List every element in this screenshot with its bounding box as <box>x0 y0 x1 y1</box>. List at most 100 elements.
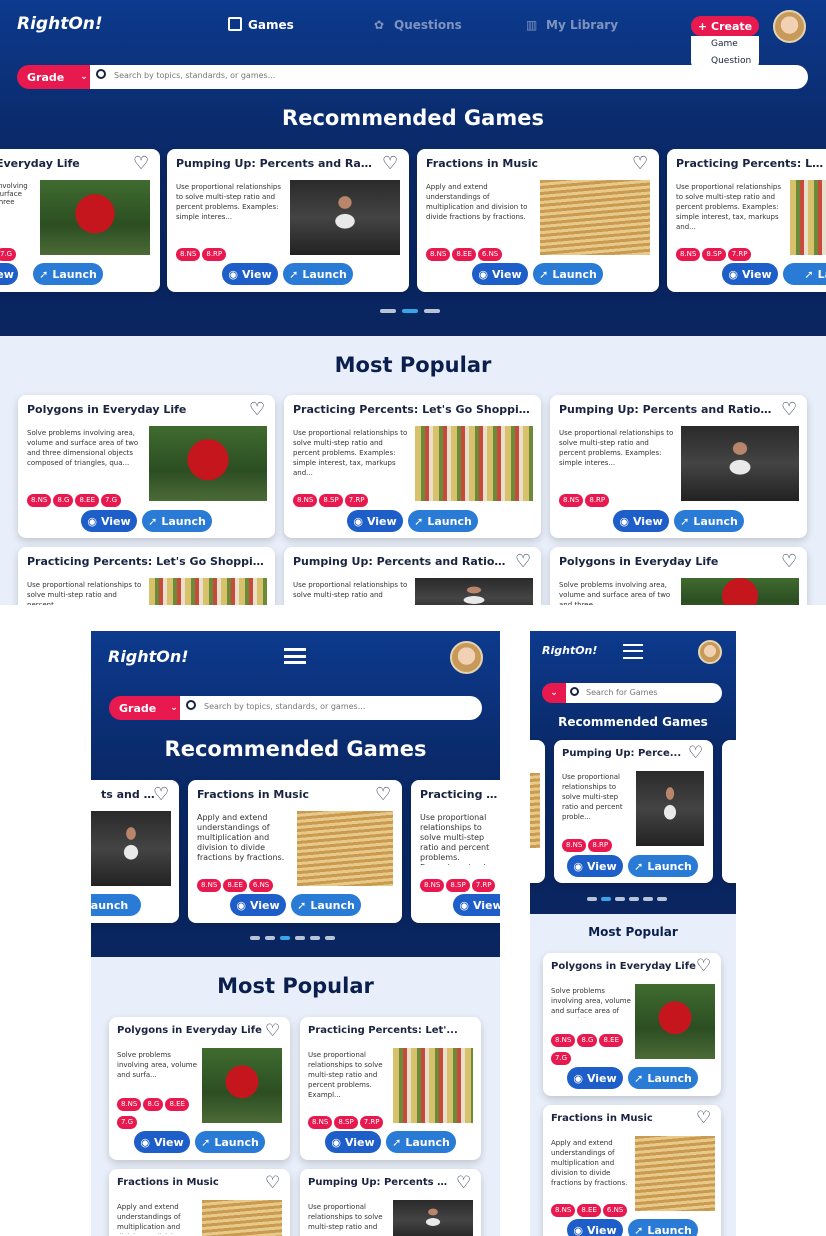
carousel-dots[interactable] <box>380 309 440 313</box>
rec-card[interactable]: Practicing Percents: Let's G Use proport… <box>667 149 826 292</box>
view-button[interactable]: ◉ View <box>453 894 500 916</box>
view-button[interactable]: ◉ View <box>567 1219 623 1236</box>
launch-button[interactable]: ➚Launch <box>291 894 361 916</box>
rec-card[interactable]: ts and Ra... ♡ Launch <box>91 780 179 923</box>
popular-card[interactable]: Pumping Up: Percents a... ♡ Use proporti… <box>300 1169 481 1236</box>
heart-icon[interactable]: ♡ <box>265 1173 280 1193</box>
popular-card[interactable]: Polygons in Everyday Life ♡ Solve proble… <box>543 953 721 1096</box>
carousel-dot[interactable] <box>615 897 625 901</box>
carousel-dots[interactable] <box>250 936 335 940</box>
rec-card[interactable]: Fractions in Music ♡ Apply and extend un… <box>188 780 402 923</box>
launch-button[interactable]: Launch <box>91 894 141 916</box>
launch-button[interactable]: ➚Launch <box>33 263 103 285</box>
carousel-dot[interactable] <box>657 897 667 901</box>
heart-icon[interactable]: ♡ <box>249 399 265 420</box>
rec-card[interactable]: Fractions in Music ♡ Apply and extend un… <box>417 149 659 292</box>
rec-card[interactable]: Pumping Up: Perce... ♡ Use proportional … <box>554 740 713 883</box>
grade-dropdown[interactable]: Grade ⌄ <box>109 696 181 720</box>
view-button[interactable]: ◉ View <box>134 1131 190 1153</box>
view-button[interactable]: ◉ View <box>472 263 528 285</box>
launch-button[interactable]: ➚Launch <box>628 1219 698 1236</box>
view-button[interactable]: ◉ View <box>325 1131 381 1153</box>
carousel-dot[interactable] <box>601 897 611 901</box>
launch-button[interactable]: ➚Launch <box>283 263 353 285</box>
heart-icon[interactable]: ♡ <box>153 784 169 805</box>
popular-card[interactable]: Polygons in Everyday Life ♡ Solve proble… <box>18 395 275 538</box>
create-button[interactable]: + Create <box>691 16 759 36</box>
logo[interactable]: RightOn! <box>17 14 103 34</box>
launch-button[interactable]: ➚Launch <box>628 1067 698 1089</box>
carousel-dot[interactable] <box>280 936 290 940</box>
view-button[interactable]: ◉ View <box>347 510 403 532</box>
view-button[interactable]: ◉ View <box>613 510 669 532</box>
heart-icon[interactable]: ♡ <box>456 1173 471 1193</box>
view-button[interactable]: View <box>0 263 18 285</box>
carousel-dot[interactable] <box>250 936 260 940</box>
carousel-dot[interactable] <box>265 936 275 940</box>
heart-icon[interactable]: ♡ <box>781 399 797 420</box>
logo[interactable]: RightOn! <box>108 647 189 666</box>
heart-icon[interactable]: ♡ <box>688 743 703 763</box>
launch-button[interactable]: ➚Launch <box>142 510 212 532</box>
launch-button[interactable]: ➚Launch <box>386 1131 456 1153</box>
rec-card[interactable]: Practicing Perc Use proportional relatio… <box>411 780 500 923</box>
avatar[interactable] <box>698 640 722 664</box>
carousel-dot[interactable] <box>643 897 653 901</box>
heart-icon[interactable]: ♡ <box>382 153 398 174</box>
avatar[interactable] <box>450 641 483 674</box>
popular-card[interactable]: Practicing Percents: Let's Go Shopping! … <box>18 547 275 605</box>
view-button[interactable]: ◉ View <box>567 855 623 877</box>
carousel-dot[interactable] <box>325 936 335 940</box>
launch-button[interactable]: ➚Launch <box>628 855 698 877</box>
heart-icon[interactable]: ♡ <box>781 551 797 572</box>
popular-card[interactable]: Pumping Up: Percents and Ratios at t... … <box>550 395 807 538</box>
heart-icon[interactable]: ♡ <box>375 784 391 805</box>
rec-card[interactable]: Everyday Life ♡ involving surface three … <box>0 149 160 292</box>
heart-icon[interactable]: ♡ <box>265 1021 280 1041</box>
heart-icon[interactable]: ♡ <box>696 1108 711 1128</box>
view-button[interactable]: ◉ View <box>222 263 278 285</box>
search-input[interactable]: Search by topics, standards, or games... <box>90 65 808 89</box>
nav-games[interactable]: Games <box>248 18 294 32</box>
grade-dropdown[interactable]: Grade ⌄ <box>17 65 91 89</box>
popular-card[interactable]: Fractions in Music ♡ Apply and extend un… <box>543 1105 721 1236</box>
popular-card[interactable]: Polygons in Everyday Life ♡ Solve proble… <box>109 1017 290 1160</box>
grade-dropdown[interactable]: ⌄ <box>542 683 566 703</box>
carousel-dot[interactable] <box>629 897 639 901</box>
popular-card[interactable]: Pumping Up: Percents and Ratios at t... … <box>284 547 541 605</box>
carousel-dot[interactable] <box>295 936 305 940</box>
heart-icon[interactable]: ♡ <box>133 153 149 174</box>
launch-button[interactable]: ➚Launch <box>533 263 603 285</box>
carousel-dot[interactable] <box>310 936 320 940</box>
rec-card[interactable] <box>530 740 545 883</box>
carousel-dot[interactable] <box>424 309 440 313</box>
heart-icon[interactable]: ♡ <box>515 551 531 572</box>
heart-icon[interactable]: ♡ <box>632 153 648 174</box>
rec-card[interactable] <box>722 740 736 883</box>
create-menu-game[interactable]: Game <box>711 39 738 49</box>
search-input[interactable]: Search by topics, standards, or games... <box>180 696 482 720</box>
avatar[interactable] <box>773 10 806 43</box>
menu-icon[interactable] <box>623 644 643 659</box>
carousel-dot[interactable] <box>380 309 396 313</box>
launch-button[interactable]: ➚Launch <box>408 510 478 532</box>
launch-button[interactable]: ➚Launch <box>783 263 826 285</box>
heart-icon[interactable]: ♡ <box>696 956 711 976</box>
nav-questions[interactable]: Questions <box>394 18 462 32</box>
menu-icon[interactable] <box>284 648 306 664</box>
popular-card[interactable]: Practicing Percents: Let's Go Shopping! … <box>284 395 541 538</box>
carousel-dot[interactable] <box>587 897 597 901</box>
logo[interactable]: RightOn! <box>542 644 597 657</box>
view-button[interactable]: ◉ View <box>722 263 778 285</box>
view-button[interactable]: ◉ View <box>81 510 137 532</box>
view-button[interactable]: ◉ View <box>567 1067 623 1089</box>
launch-button[interactable]: ➚Launch <box>195 1131 265 1153</box>
popular-card[interactable]: Practicing Percents: Let'... Use proport… <box>300 1017 481 1160</box>
search-input[interactable]: Search for Games <box>566 683 722 703</box>
carousel-dot[interactable] <box>402 309 418 313</box>
launch-button[interactable]: ➚Launch <box>674 510 744 532</box>
view-button[interactable]: ◉ View <box>230 894 286 916</box>
popular-card[interactable]: Fractions in Music ♡ Apply and extend un… <box>109 1169 290 1236</box>
rec-card[interactable]: Pumping Up: Percents and Ratios... ♡ Use… <box>167 149 409 292</box>
carousel-dots[interactable] <box>587 897 667 901</box>
